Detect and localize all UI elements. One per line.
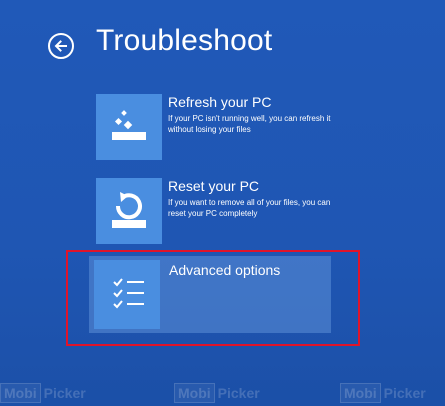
page-title: Troubleshoot (96, 24, 273, 57)
watermark-logo: Mobi Picker (174, 383, 260, 403)
reset-pc-tile[interactable] (96, 178, 162, 244)
back-button[interactable] (48, 33, 74, 59)
refresh-pc-option[interactable]: Refresh your PC If your PC isn't running… (96, 94, 336, 162)
reset-pc-description: If you want to remove all of your files,… (168, 198, 331, 218)
refresh-pc-title[interactable]: Refresh your PC (168, 94, 271, 110)
refresh-pc-tile[interactable] (96, 94, 162, 160)
watermark-logo: Mobi Picker (340, 383, 426, 403)
refresh-sparkle-icon (112, 110, 146, 140)
watermark-logo: Mobi Picker (0, 383, 86, 403)
reset-cycle-icon (112, 192, 146, 228)
watermark-part1: Mobi (0, 383, 41, 403)
watermark-part2: Picker (43, 385, 86, 401)
reset-pc-title[interactable]: Reset your PC (168, 178, 259, 194)
back-arrow-icon (54, 40, 67, 52)
reset-pc-option[interactable]: Reset your PC If you want to remove all … (96, 178, 336, 246)
watermark-part2: Picker (217, 385, 260, 401)
watermark-part1: Mobi (340, 383, 381, 403)
selection-highlight-box (66, 250, 360, 346)
watermark-part1: Mobi (174, 383, 215, 403)
watermark-part2: Picker (383, 385, 426, 401)
troubleshoot-screen: Troubleshoot Refresh your PC If your PC … (0, 0, 445, 406)
refresh-pc-description: If your PC isn't running well, you can r… (168, 114, 331, 134)
